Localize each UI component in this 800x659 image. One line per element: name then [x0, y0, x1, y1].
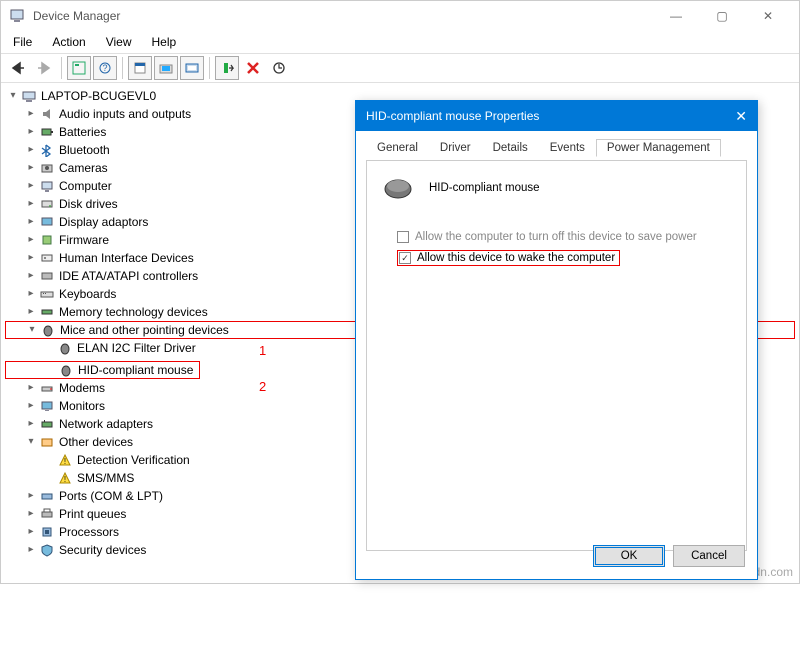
- close-button[interactable]: ✕: [745, 1, 791, 31]
- elan-label: ELAN I2C Filter Driver: [77, 339, 196, 357]
- root-label: LAPTOP-BCUGEVL0: [41, 87, 156, 105]
- tab-events[interactable]: Events: [539, 139, 596, 160]
- firmware-icon: [39, 232, 55, 248]
- menu-view[interactable]: View: [98, 33, 140, 51]
- ok-button[interactable]: OK: [593, 545, 665, 567]
- camera-icon: [39, 160, 55, 176]
- annotation-2: 2: [259, 378, 266, 396]
- warn-icon: !: [57, 452, 73, 468]
- hid-icon: [39, 250, 55, 266]
- menubar: File Action View Help: [1, 31, 799, 53]
- tab-strip: General Driver Details Events Power Mana…: [366, 139, 747, 161]
- network-icon: [39, 416, 55, 432]
- toolbar: ?: [1, 53, 799, 83]
- uninstall-button[interactable]: [241, 56, 265, 80]
- tab-power-management[interactable]: Power Management: [596, 139, 721, 157]
- tab-details[interactable]: Details: [482, 139, 539, 160]
- category-label: Processors: [59, 523, 119, 541]
- other-label: Other devices: [59, 433, 133, 451]
- device-name-label: HID-compliant mouse: [429, 182, 540, 194]
- dialog-title: HID-compliant mouse Properties: [366, 109, 735, 123]
- tab-content: HID-compliant mouse Allow the computer t…: [366, 161, 747, 551]
- show-hidden-button[interactable]: [67, 56, 91, 80]
- scan-button[interactable]: [180, 56, 204, 80]
- update-button[interactable]: [154, 56, 178, 80]
- category-label: Modems: [59, 379, 105, 397]
- properties-dialog: HID-compliant mouse Properties ✕ General…: [355, 100, 758, 580]
- category-label: Security devices: [59, 541, 146, 559]
- item-label: Detection Verification: [77, 451, 190, 469]
- item-label: SMS/MMS: [77, 469, 134, 487]
- forward-button[interactable]: [32, 56, 56, 80]
- turn-off-label: Allow the computer to turn off this devi…: [415, 231, 697, 243]
- battery-icon: [39, 124, 55, 140]
- checkbox-wake[interactable]: ✓ Allow this device to wake the computer: [397, 250, 620, 266]
- category-label: IDE ATA/ATAPI controllers: [59, 267, 198, 285]
- mouse-icon: [40, 322, 56, 338]
- category-label: Print queues: [59, 505, 126, 523]
- memory-icon: [39, 304, 55, 320]
- category-label: Batteries: [59, 123, 106, 141]
- maximize-button[interactable]: ▢: [699, 1, 745, 31]
- category-label: Disk drives: [59, 195, 118, 213]
- mouse-icon: [58, 362, 74, 378]
- enable-button[interactable]: [215, 56, 239, 80]
- back-button[interactable]: [6, 56, 30, 80]
- help-button[interactable]: ?: [93, 56, 117, 80]
- keyboard-icon: [39, 286, 55, 302]
- monitor-icon: [39, 398, 55, 414]
- bluetooth-icon: [39, 142, 55, 158]
- checkbox-icon: [397, 231, 409, 243]
- category-label: Cameras: [59, 159, 108, 177]
- menu-action[interactable]: Action: [44, 33, 93, 51]
- warn-icon: !: [57, 470, 73, 486]
- dialog-close-button[interactable]: ✕: [735, 108, 747, 125]
- computer-icon: [39, 178, 55, 194]
- svg-text:!: !: [64, 475, 66, 484]
- wake-label: Allow this device to wake the computer: [417, 252, 615, 264]
- cpu-icon: [39, 524, 55, 540]
- tree-item-hid-mouse[interactable]: HID-compliant mouse: [5, 361, 200, 379]
- audio-icon: [39, 106, 55, 122]
- category-label: Display adaptors: [59, 213, 148, 231]
- category-label: Bluetooth: [59, 141, 110, 159]
- properties-button[interactable]: [128, 56, 152, 80]
- app-icon: [9, 8, 25, 24]
- minimize-button[interactable]: —: [653, 1, 699, 31]
- mouse-large-icon: [381, 175, 415, 201]
- category-label: Computer: [59, 177, 112, 195]
- tab-general[interactable]: General: [366, 139, 429, 160]
- category-label: Monitors: [59, 397, 105, 415]
- display-icon: [39, 214, 55, 230]
- printer-icon: [39, 506, 55, 522]
- mice-label: Mice and other pointing devices: [60, 321, 229, 339]
- category-label: Firmware: [59, 231, 109, 249]
- menu-help[interactable]: Help: [144, 33, 185, 51]
- category-label: Keyboards: [59, 285, 116, 303]
- titlebar: Device Manager — ▢ ✕: [1, 1, 799, 31]
- port-icon: [39, 488, 55, 504]
- dialog-titlebar: HID-compliant mouse Properties ✕: [356, 101, 757, 131]
- other-icon: [39, 434, 55, 450]
- refresh-button[interactable]: [267, 56, 291, 80]
- category-label: Ports (COM & LPT): [59, 487, 163, 505]
- category-label: Network adapters: [59, 415, 153, 433]
- window-title: Device Manager: [33, 9, 653, 23]
- category-label: Memory technology devices: [59, 303, 208, 321]
- mouse-icon: [57, 340, 73, 356]
- modem-icon: [39, 380, 55, 396]
- checkbox-icon: ✓: [399, 252, 411, 264]
- svg-text:?: ?: [102, 63, 107, 73]
- category-label: Audio inputs and outputs: [59, 105, 191, 123]
- ide-icon: [39, 268, 55, 284]
- disk-icon: [39, 196, 55, 212]
- security-icon: [39, 542, 55, 558]
- category-label: Human Interface Devices: [59, 249, 194, 267]
- svg-text:!: !: [64, 457, 66, 466]
- checkbox-turn-off: Allow the computer to turn off this devi…: [397, 231, 732, 243]
- cancel-button[interactable]: Cancel: [673, 545, 745, 567]
- menu-file[interactable]: File: [5, 33, 40, 51]
- tab-driver[interactable]: Driver: [429, 139, 482, 160]
- hid-mouse-label: HID-compliant mouse: [78, 361, 193, 379]
